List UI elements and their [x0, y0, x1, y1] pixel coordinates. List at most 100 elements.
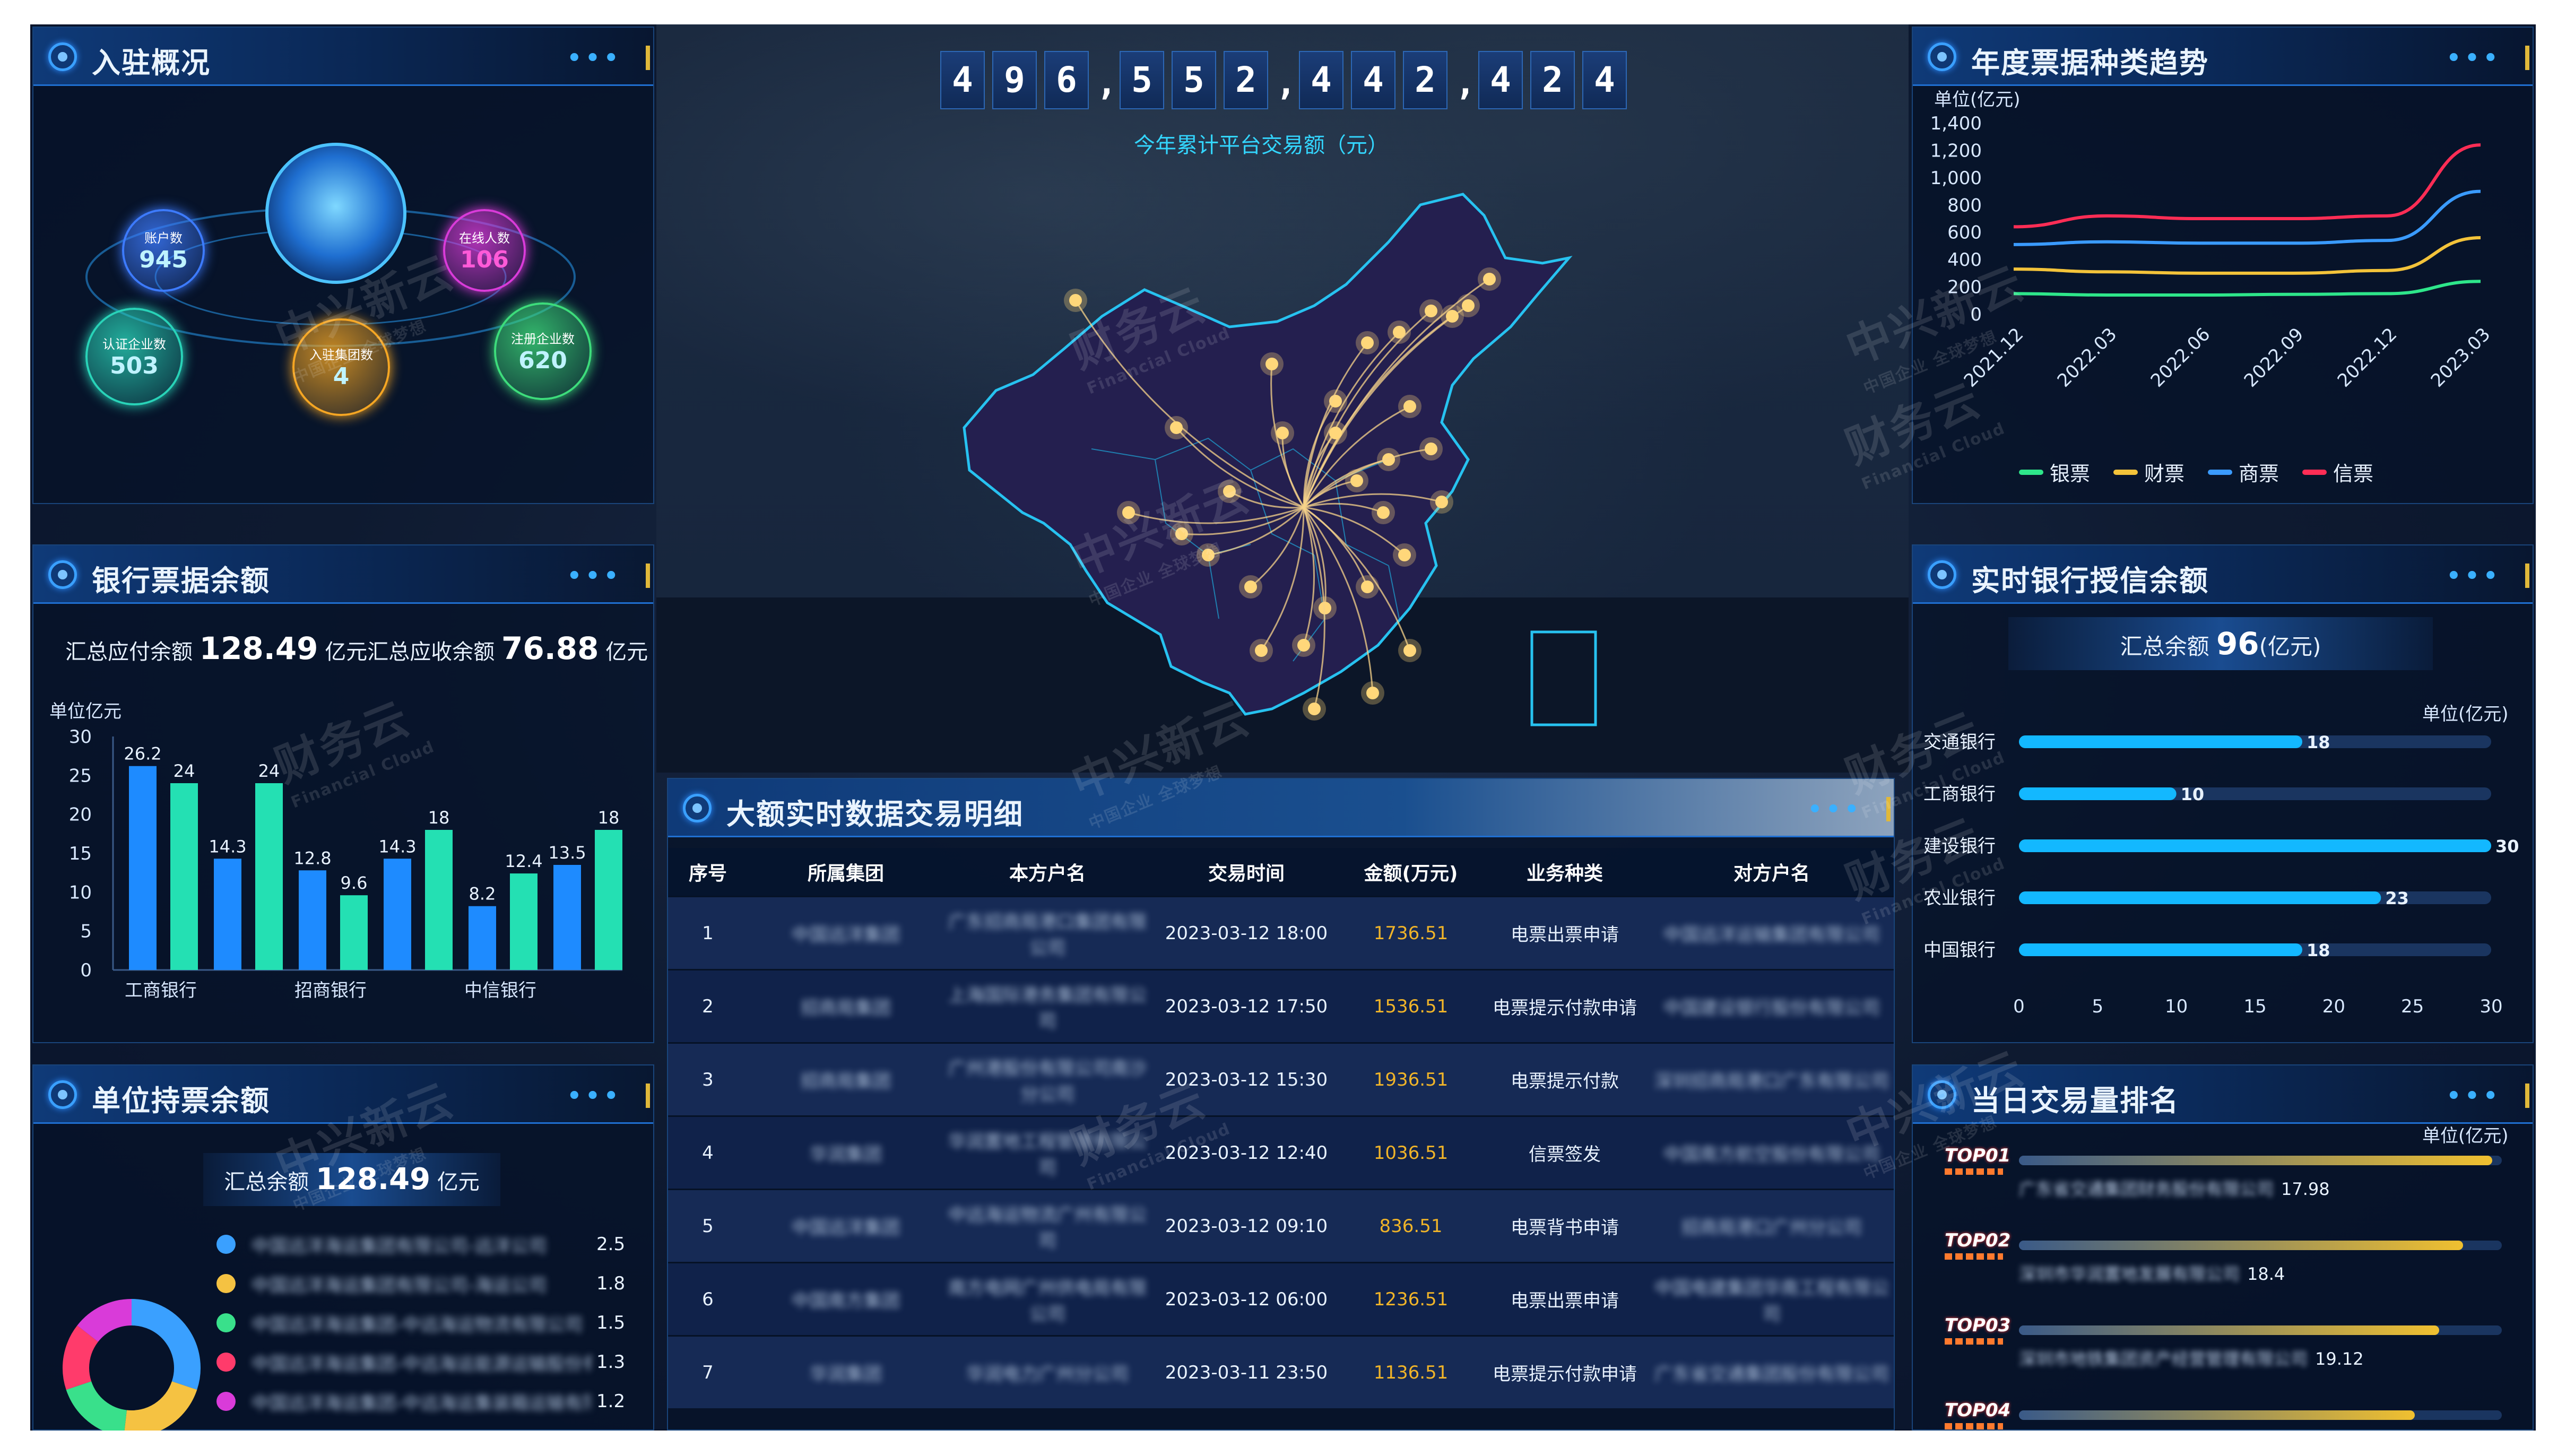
city-glow	[1430, 490, 1453, 514]
digit-separator: ,	[1096, 62, 1117, 103]
transaction-counter: 496,552,442,424	[940, 51, 1627, 109]
table-cell-own: 上海国际港务集团有限公司	[948, 984, 1147, 1032]
x-tick-label: 中信银行	[464, 980, 536, 1001]
table-cell-type: 电票提示付款	[1511, 1071, 1619, 1092]
rank-badge-stripe	[1945, 1168, 2003, 1175]
y-tick-label: 600	[1947, 222, 1982, 244]
more-menu-icon[interactable]: •••	[2446, 42, 2501, 74]
panel-header: 大额实时数据交易明细 •••	[668, 779, 1894, 837]
city-glow	[1197, 543, 1220, 567]
stat-value: 945	[139, 246, 188, 273]
bar-value-label: 12.4	[505, 851, 542, 871]
legend-item[interactable]: 财票	[2113, 457, 2184, 487]
x-tick-label: 25	[2401, 996, 2424, 1017]
x-tick-label: 工商银行	[125, 980, 197, 1001]
south-sea-inset	[1530, 630, 1597, 726]
legend-item[interactable]: 银票	[2019, 457, 2090, 487]
city-glow	[1398, 395, 1421, 418]
ranking-item[interactable]: TOP04	[1913, 1400, 2534, 1431]
table-row[interactable]: 6 中国南方集团 南方电网广州供电局有限公司 2023-03-12 06:00 1236…	[668, 1262, 1894, 1335]
city-glow	[1419, 437, 1443, 461]
city-glow	[1260, 352, 1284, 376]
bar	[2019, 839, 2491, 852]
bar	[425, 830, 453, 970]
list-item[interactable]: 中国远洋海运集团有限公司-远洋公司 2.5	[216, 1225, 652, 1264]
column-header[interactable]: 对方户名	[1650, 848, 1894, 896]
holding-value: 1.5	[596, 1312, 626, 1333]
y-tick-label: 800	[1947, 195, 1982, 216]
column-header[interactable]: 所属集团	[748, 848, 944, 896]
ranking-item[interactable]: TOP03 深圳市地铁集团资产经营管理有限公司 19.12	[1913, 1315, 2534, 1400]
legend-dot-icon	[216, 1392, 236, 1411]
more-menu-icon[interactable]: •••	[2446, 1080, 2501, 1112]
panel-header: 年度票据种类趋势 •••	[1913, 28, 2533, 86]
column-header[interactable]: 金额(万元)	[1342, 848, 1480, 896]
column-header[interactable]: 本方户名	[944, 848, 1151, 896]
rank-value: 19.12	[2315, 1349, 2364, 1369]
x-tick-label: 10	[2165, 996, 2188, 1017]
city-glow	[1303, 697, 1326, 721]
x-tick-label: 招商银行	[294, 980, 367, 1001]
city-glow	[1419, 299, 1443, 323]
legend-dot-icon	[216, 1235, 236, 1254]
table-row[interactable]: 7 华润集团 华润电力广州分公司 2023-03-11 23:50 1136.51 电票提…	[668, 1335, 1894, 1408]
credit-summary-unit: (亿元)	[2259, 634, 2321, 660]
table-row[interactable]: 1 中国远洋集团 广东招商局港口集团有限公司 2023-03-12 18:00 1736…	[668, 896, 1894, 969]
panel-annual-trend: 年度票据种类趋势 ••• 单位(亿元) 0 200 400 600 800 1,000 1,…	[1912, 27, 2534, 504]
legend-item[interactable]: 信票	[2302, 457, 2373, 487]
stat-value: 620	[518, 347, 567, 374]
ranking-item[interactable]: TOP01 广东省交通集团财务股份有限公司 17.98	[1913, 1145, 2534, 1230]
rank-company: 深圳市地铁集团资产经营管理有限公司	[2019, 1349, 2308, 1369]
table-row[interactable]: 2 招商局集团 上海国际港务集团有限公司 2023-03-12 17:50 1536.5…	[668, 969, 1894, 1042]
legend-item[interactable]: 商票	[2208, 457, 2279, 487]
ranking-item[interactable]: TOP02 深圳市华润置地发展有限公司 18.4	[1913, 1230, 2534, 1315]
legend-label: 信票	[2333, 462, 2374, 486]
credit-summary: 汇总余额 96(亿元)	[2008, 617, 2433, 670]
list-item[interactable]: 中国远洋海运集团-中远海运能源运输股份有限公司1.3	[216, 1342, 652, 1382]
ranking-unit-label: 单位(亿元)	[2422, 1125, 2509, 1147]
digit-cell: 4	[940, 51, 985, 109]
list-item[interactable]: 中国远洋海运集团-中远海运集装箱运输有限公司1.2	[216, 1382, 652, 1421]
column-header[interactable]: 序号	[668, 848, 748, 896]
table-row[interactable]: 4 华润集团 华润置地工程管理有限公司 2023-03-12 12:40 1036.51…	[668, 1115, 1894, 1189]
table-cell-counter: 中国建设银行股份有限公司	[1663, 998, 1880, 1019]
bills-summary: 汇总应付余额 128.49 亿元汇总应收余额 76.88 亿元	[65, 630, 648, 666]
list-item[interactable]: 中国远洋海运集团-中远海运物流有限公司 1.5	[216, 1303, 652, 1342]
more-menu-icon[interactable]: •••	[566, 560, 621, 592]
bar-value-label: 10	[2181, 784, 2205, 804]
table-cell-group: 华润集团	[810, 1364, 882, 1385]
rank-fill	[2019, 1156, 2492, 1165]
table-cell-type: 电票背书申请	[1511, 1217, 1619, 1238]
table-header: 序号 所属集团 本方户名 交易时间 金额(万元) 业务种类 对方户名	[668, 848, 1894, 896]
table-row[interactable]: 3 招商局集团 广州港股份有限公司南沙分公司 2023-03-12 15:30 1936…	[668, 1042, 1894, 1115]
more-menu-icon[interactable]: •••	[566, 1080, 621, 1112]
x-tick-label: 2022.12	[2334, 324, 2402, 392]
holding-name: 中国远洋海运集团-中远海运物流有限公司	[252, 1314, 583, 1336]
bar	[340, 895, 368, 970]
more-menu-icon[interactable]: •••	[566, 42, 621, 74]
hexagon-icon	[1928, 560, 1956, 589]
bar	[595, 830, 622, 970]
column-header[interactable]: 交易时间	[1151, 848, 1342, 896]
panel-ranking: 当日交易量排名 ••• 单位(亿元) TOP01 广东省交通集团财务股份有限公司 1…	[1912, 1064, 2534, 1431]
more-menu-icon[interactable]: •••	[1807, 794, 1862, 826]
y-tick-label: 30	[69, 726, 92, 748]
rank-badge-stripe	[1945, 1423, 2003, 1429]
panel-header: 当日交易量排名 •••	[1913, 1065, 2533, 1124]
holding-value: 1.3	[596, 1351, 626, 1373]
column-header[interactable]: 业务种类	[1480, 848, 1650, 896]
holding-name: 中国远洋海运集团-中远海运能源运输股份有限公司	[252, 1353, 591, 1375]
table-row[interactable]: 5 中国远洋集团 中远海运物流广州有限公司 2023-03-12 09:10 836.5…	[668, 1189, 1894, 1262]
list-item[interactable]: 中国远洋海运集团有限公司-海运公司 1.8	[216, 1264, 652, 1303]
table-cell-own: 中远海运物流广州有限公司	[948, 1204, 1147, 1252]
series-line	[2013, 280, 2481, 297]
holdings-donut-chart	[63, 1299, 201, 1431]
header-accent	[646, 1084, 650, 1108]
table-cell-amount: 836.51	[1379, 1215, 1443, 1237]
panel-title: 入驻概况	[92, 46, 211, 80]
city-glow	[1372, 501, 1395, 524]
bar-value-label: 24	[174, 761, 195, 781]
city-glow	[1239, 575, 1262, 599]
more-menu-icon[interactable]: •••	[2446, 560, 2501, 592]
bar-value-label: 18	[598, 808, 620, 828]
